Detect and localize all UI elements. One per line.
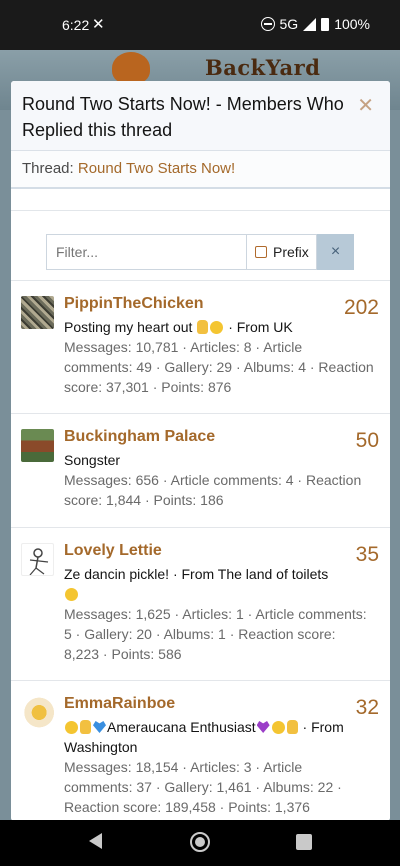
members-replied-modal: Round Two Starts Now! - Members Who Repl… <box>11 81 390 821</box>
member-title: Ze dancin pickle! · From The land of toi… <box>64 564 378 604</box>
member-title: Ameraucana Enthusiast · From Washington <box>64 717 378 757</box>
member-title-text: Ameraucana Enthusiast <box>107 719 256 735</box>
prefix-checkbox[interactable] <box>255 246 267 258</box>
notification-icon: ✕ <box>92 16 105 33</box>
raised-hand-emoji-icon <box>80 720 91 734</box>
member-stats: Messages: 10,781 · Articles: 8 · Article… <box>64 339 374 395</box>
blue-heart-emoji-icon <box>93 721 106 733</box>
member-row[interactable]: PippinTheChicken 202 Posting my heart ou… <box>11 281 390 414</box>
site-chicken-logo-icon <box>112 52 150 84</box>
member-name[interactable]: EmmaRainboe <box>64 694 378 714</box>
tired-face-emoji-icon <box>271 721 285 734</box>
reply-count: 50 <box>355 429 379 452</box>
modal-title: Round Two Starts Now! - Members Who Repl… <box>22 94 344 140</box>
divider <box>11 189 390 211</box>
home-icon[interactable] <box>190 832 210 852</box>
member-name[interactable]: PippinTheChicken <box>64 294 378 314</box>
close-icon[interactable]: ✕ <box>357 93 374 118</box>
prefix-label: Prefix <box>273 244 309 260</box>
avatar[interactable] <box>21 429 54 462</box>
modal-header: Round Two Starts Now! - Members Who Repl… <box>11 81 390 151</box>
status-time: 6:22 <box>62 17 90 33</box>
clear-filter-button[interactable]: × <box>317 234 354 270</box>
filter-input[interactable] <box>46 234 246 270</box>
member-title: Songster <box>64 452 121 468</box>
thread-info: Thread: Round Two Starts Now! <box>11 151 390 189</box>
member-title: Posting my heart out · From UK <box>64 317 378 337</box>
navigation-bar <box>0 820 400 866</box>
raised-hand-emoji-icon <box>286 720 298 734</box>
member-row[interactable]: EmmaRainboe 32 Ameraucana Enthusiast · F… <box>11 681 390 821</box>
member-stats: Messages: 18,154 · Articles: 3 · Article… <box>64 759 342 815</box>
eye-roll-emoji-icon <box>65 721 78 734</box>
avatar[interactable] <box>21 296 54 329</box>
back-icon[interactable] <box>89 833 102 849</box>
signal-icon <box>303 17 317 31</box>
purple-heart-emoji-icon <box>256 721 270 733</box>
member-row[interactable]: Lovely Lettie 35 Ze dancin pickle! · Fro… <box>11 528 390 681</box>
thread-label: Thread: <box>22 160 74 177</box>
member-title-text: Ze dancin pickle! · From The land of toi… <box>64 566 329 582</box>
battery-label: 100% <box>334 16 370 32</box>
recent-apps-icon[interactable] <box>296 834 312 850</box>
sunglasses-emoji-icon <box>65 588 78 601</box>
member-stats: Messages: 656 · Article comments: 4 · Re… <box>64 472 362 508</box>
filter-bar: Prefix × <box>11 211 390 281</box>
raised-hand-emoji-icon <box>197 320 209 334</box>
member-row[interactable]: Buckingham Palace 50 Songster Messages: … <box>11 414 390 528</box>
reply-count: 202 <box>343 296 379 319</box>
close-icon: × <box>330 243 341 260</box>
tired-face-emoji-icon <box>210 321 224 334</box>
avatar[interactable] <box>21 696 54 729</box>
status-bar: 6:22 ✕ 5G 100% <box>0 0 400 50</box>
member-name[interactable]: Buckingham Palace <box>64 427 378 447</box>
prefix-toggle[interactable]: Prefix <box>246 234 317 270</box>
reply-count: 32 <box>355 696 379 719</box>
member-stats: Messages: 1,625 · Articles: 1 · Article … <box>64 606 367 662</box>
member-name[interactable]: Lovely Lettie <box>64 541 378 561</box>
member-location: · From UK <box>228 319 293 335</box>
reply-count: 35 <box>355 543 379 566</box>
thread-link[interactable]: Round Two Starts Now! <box>78 160 235 177</box>
network-label: 5G <box>279 16 299 32</box>
do-not-disturb-icon <box>260 17 275 31</box>
avatar[interactable] <box>21 543 54 576</box>
member-title-text: Posting my heart out <box>64 319 193 335</box>
battery-icon <box>321 17 330 31</box>
status-icons: 5G 100% <box>260 16 370 32</box>
